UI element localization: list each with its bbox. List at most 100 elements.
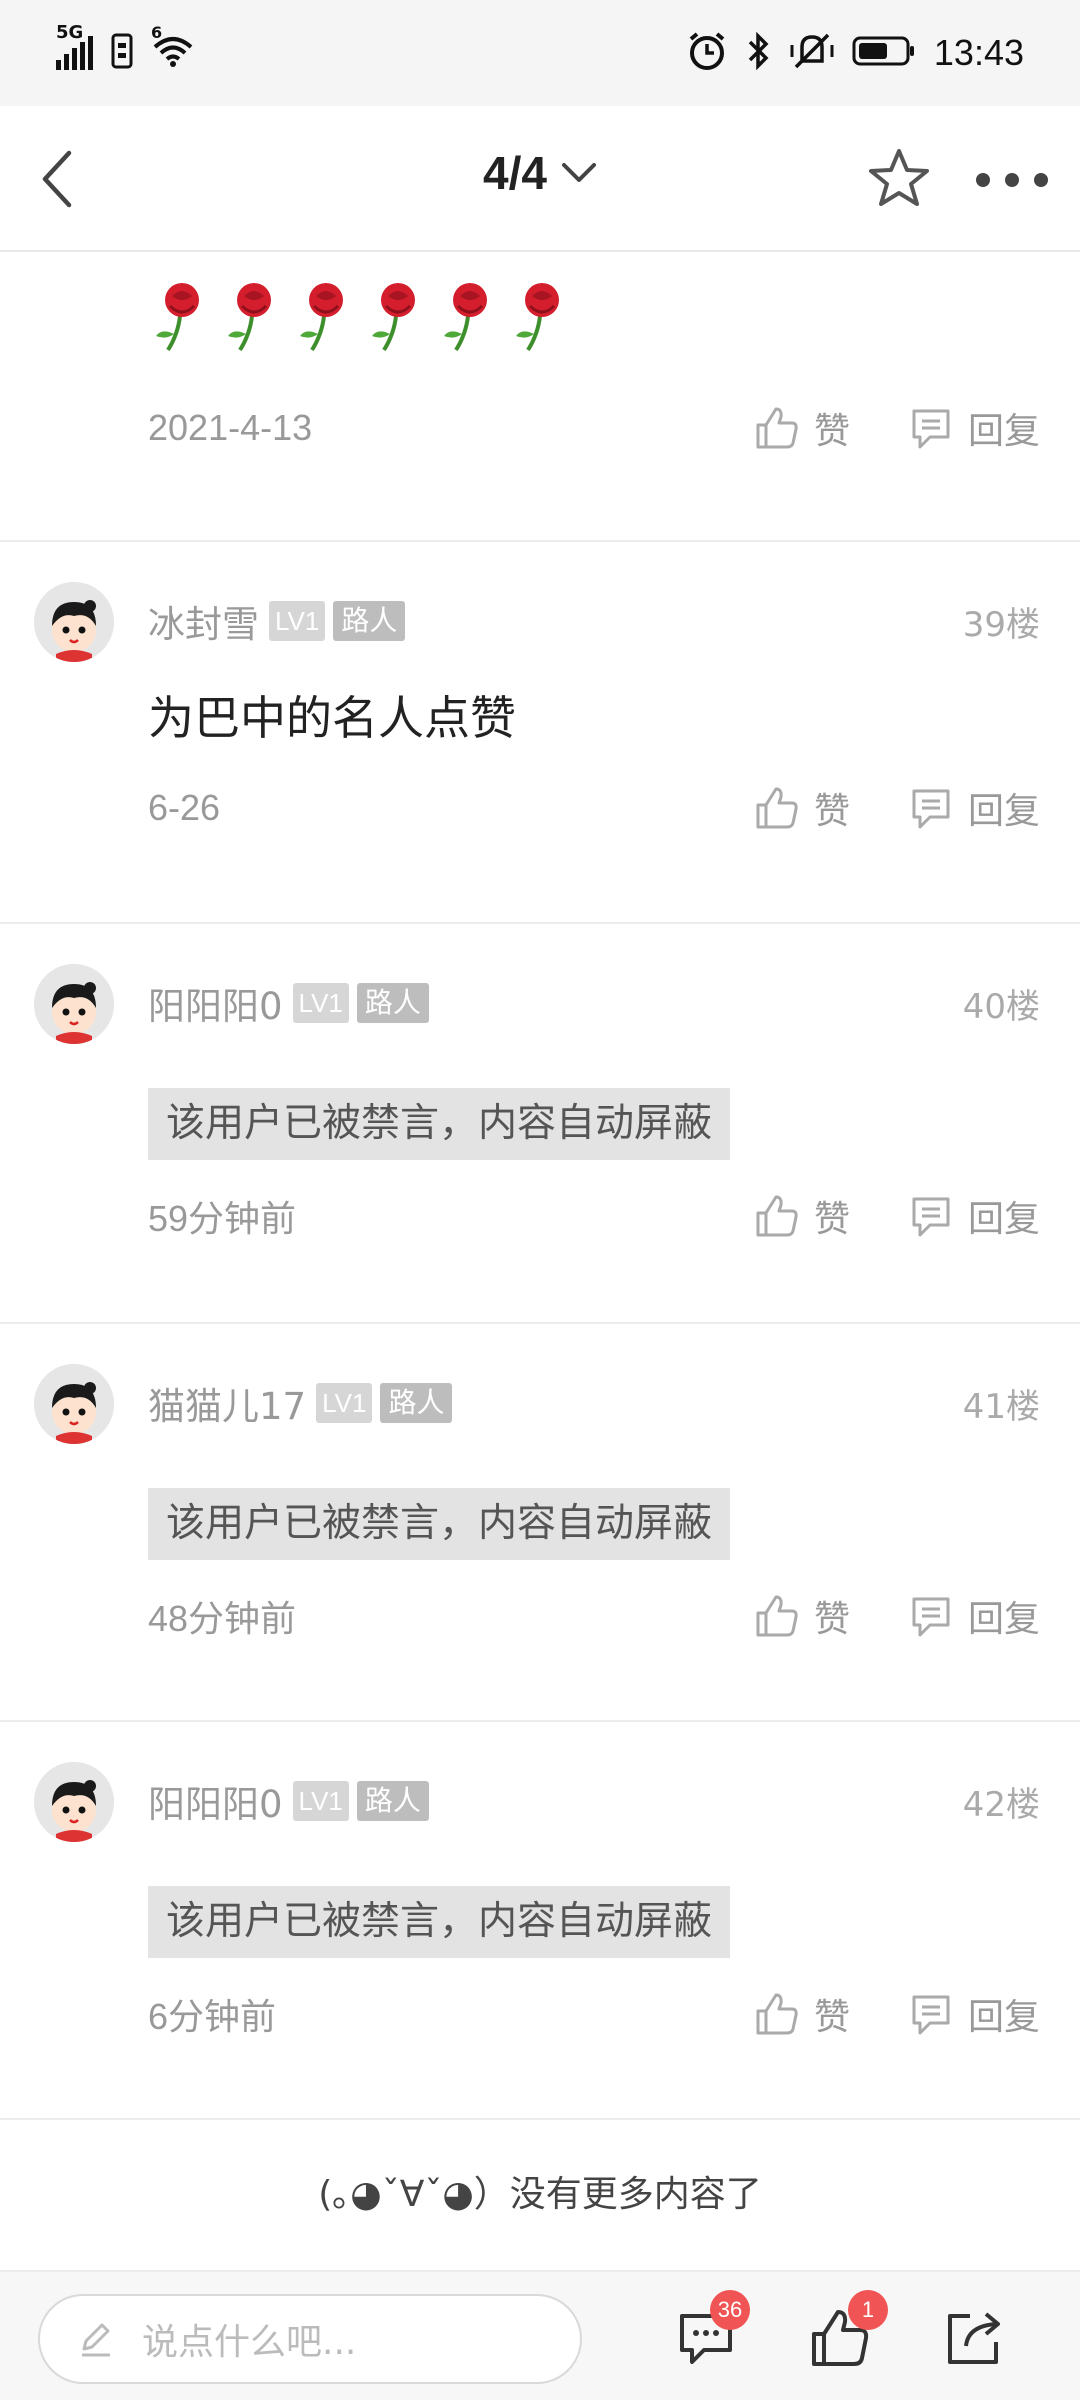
comment-item: 猫猫儿17 LV1 路人 41楼 该用户已被禁言，内容自动屏蔽 48分钟前 赞 …: [0, 1324, 1080, 1722]
user-row: 阳阳阳0 LV1 路人 40楼: [148, 976, 1040, 1030]
like-button[interactable]: 赞: [754, 782, 850, 834]
user-row: 阳阳阳0 LV1 路人 42楼: [148, 1774, 1040, 1828]
more-icon-dot: [1034, 173, 1048, 187]
reply-button[interactable]: 回复: [908, 1190, 1040, 1242]
avatar-cartoon-icon: [34, 1762, 114, 1842]
sim-icon: [111, 33, 133, 73]
more-options-button[interactable]: [976, 160, 1048, 200]
comment-meta-row: 48分钟前 赞 回复: [148, 1590, 1040, 1642]
like-button[interactable]: 赞: [754, 1590, 850, 1642]
bluetooth-icon: [746, 31, 772, 75]
reply-label: 回复: [967, 411, 1040, 452]
user-row: 冰封雪 LV1 路人 39楼: [148, 594, 1040, 648]
reply-button[interactable]: 回复: [908, 1590, 1040, 1642]
status-right: 13:43: [686, 30, 1024, 76]
reply-button[interactable]: 回复: [908, 402, 1040, 454]
chevron-down-icon: [561, 163, 596, 182]
floor-number: 41楼: [962, 1386, 1040, 1427]
battery-icon: [852, 35, 916, 71]
pencil-icon: [82, 2323, 110, 2357]
comment-meta-row: 6分钟前 赞 回复: [148, 1988, 1040, 2040]
wifi-icon: 6: [151, 23, 195, 73]
level-badge: LV1: [316, 1383, 373, 1423]
more-icon-dot: [976, 173, 990, 187]
comment-text: 为巴中的名人点赞: [148, 691, 516, 745]
like-button[interactable]: 赞: [754, 1988, 850, 2040]
thumb-up-icon: [756, 1195, 798, 1237]
reply-label: 回复: [967, 1199, 1040, 1240]
favorite-button[interactable]: [866, 146, 932, 212]
muted-content-notice: 该用户已被禁言，内容自动屏蔽: [148, 1088, 731, 1160]
user-row: 猫猫儿17 LV1 路人 41楼: [148, 1376, 1040, 1430]
like-label: 赞: [813, 411, 850, 452]
alarm-icon: [686, 30, 728, 76]
avatar[interactable]: [34, 1762, 114, 1842]
comment-actions: 赞 回复: [754, 1590, 1040, 1642]
comment-input[interactable]: 说点什么吧...: [38, 2294, 582, 2384]
rose-icon: [228, 283, 271, 352]
like-label: 赞: [813, 1997, 850, 2038]
reply-button[interactable]: 回复: [908, 1988, 1040, 2040]
comment-date: 6分钟前: [148, 1996, 277, 2037]
comment-actions: 赞 回复: [754, 402, 1040, 454]
reply-label: 回复: [967, 1599, 1040, 1640]
role-badge: 路人: [356, 983, 429, 1023]
status-bar: 5G 6 13:43: [0, 0, 1080, 106]
comment-meta-row: 59分钟前 赞 回复: [148, 1190, 1040, 1242]
wifi-label: 6: [151, 23, 163, 42]
thumb-up-icon: [756, 1993, 798, 2035]
rose-icon: [444, 283, 487, 352]
level-badge: LV1: [292, 1781, 349, 1821]
username[interactable]: 阳阳阳0: [148, 1774, 283, 1828]
reply-icon: [912, 1597, 950, 1637]
thumb-up-icon: [756, 407, 798, 449]
status-left: 5G 6: [56, 22, 195, 73]
clock: 13:43: [933, 32, 1024, 73]
reply-label: 回复: [967, 1997, 1040, 2038]
avatar[interactable]: [34, 582, 114, 662]
comment-item: 冰封雪 LV1 路人 39楼 为巴中的名人点赞 6-26 赞 回复: [0, 542, 1080, 924]
rose-icon: [156, 283, 199, 352]
avatar[interactable]: [34, 964, 114, 1044]
comment-meta-row: 6-26 赞 回复: [148, 782, 1040, 834]
cell-signal-icon: 5G: [56, 22, 93, 70]
comment-date: 6-26: [148, 787, 221, 828]
comment-date: 48分钟前: [148, 1598, 297, 1639]
comment-date: 59分钟前: [148, 1198, 297, 1239]
username[interactable]: 冰封雪: [148, 594, 259, 648]
share-button[interactable]: [934, 2298, 1014, 2378]
muted-content-notice: 该用户已被禁言，内容自动屏蔽: [148, 1886, 731, 1958]
like-button[interactable]: 赞: [754, 1190, 850, 1242]
comment-item-partial: 2021-4-13 赞 回复: [0, 252, 1080, 542]
comment-actions: 赞 回复: [754, 1190, 1040, 1242]
reply-button[interactable]: 回复: [908, 782, 1040, 834]
avatar-cartoon-icon: [34, 964, 114, 1044]
rose-icon: [300, 283, 343, 352]
like-post-button[interactable]: 1: [800, 2290, 888, 2378]
like-label: 赞: [813, 1599, 850, 1640]
reply-icon: [912, 1995, 950, 2035]
avatar-cartoon-icon: [34, 582, 114, 662]
like-button[interactable]: 赞: [754, 402, 850, 454]
comments-button[interactable]: 36: [666, 2290, 750, 2378]
reply-label: 回复: [967, 791, 1040, 832]
rose-icon: [372, 283, 415, 352]
floor-number: 40楼: [962, 986, 1040, 1027]
comment-input-placeholder: 说点什么吧...: [142, 2322, 357, 2363]
thumb-up-icon: [756, 1595, 798, 1637]
reply-icon: [912, 789, 950, 829]
page-indicator-label: 4/4: [483, 147, 547, 199]
reply-icon: [912, 409, 950, 449]
like-label: 赞: [813, 1199, 850, 1240]
thumb-up-icon: [756, 787, 798, 829]
comment-list: 2021-4-13 赞 回复 冰封雪 LV1 路人 39楼 为巴中的名人点赞 6…: [0, 252, 1080, 2120]
username[interactable]: 猫猫儿17: [148, 1376, 306, 1430]
comment-actions: 赞 回复: [754, 782, 1040, 834]
username[interactable]: 阳阳阳0: [148, 976, 283, 1030]
avatar[interactable]: [34, 1364, 114, 1444]
role-badge: 路人: [380, 1383, 453, 1423]
role-badge: 路人: [356, 1781, 429, 1821]
reply-icon: [912, 1197, 950, 1237]
comment-item: 阳阳阳0 LV1 路人 40楼 该用户已被禁言，内容自动屏蔽 59分钟前 赞 回…: [0, 924, 1080, 1324]
floor-number: 39楼: [962, 604, 1040, 645]
